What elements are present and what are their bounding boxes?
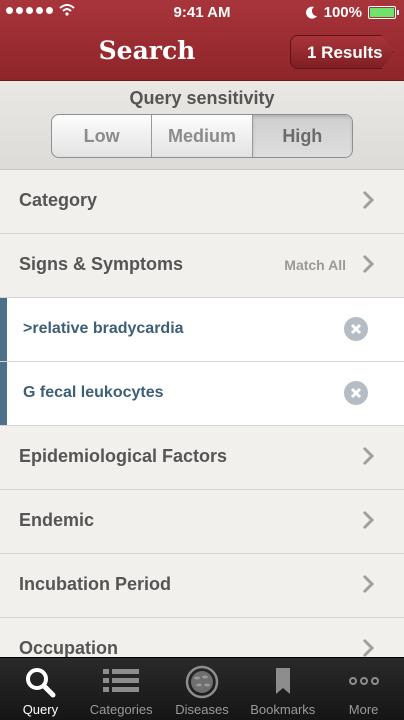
search-icon (26, 668, 56, 698)
row-label: Incubation Period (19, 574, 172, 594)
row-label: Endemic (19, 510, 95, 530)
chevron-right-icon (362, 190, 374, 210)
segment-low[interactable]: Low (52, 115, 153, 157)
results-button[interactable]: 1 Results (290, 35, 394, 69)
list-icon (103, 669, 140, 692)
row-incubation-period[interactable]: Incubation Period (0, 554, 404, 618)
battery-icon (368, 6, 399, 19)
chevron-right-icon (362, 574, 374, 594)
criteria-list: Category Signs & Symptoms Match All >rel… (0, 170, 404, 682)
match-all-label: Match All (284, 257, 346, 273)
page-title: Search (98, 36, 196, 65)
row-endemic[interactable]: Endemic (0, 490, 404, 554)
symptom-label: G fecal leukocytes (23, 384, 164, 401)
tab-bookmarks[interactable]: Bookmarks (242, 658, 323, 720)
symptom-label: >relative bradycardia (23, 320, 184, 337)
row-epidemiological-factors[interactable]: Epidemiological Factors (0, 426, 404, 490)
tab-label: Query (22, 702, 59, 717)
segment-medium[interactable]: Medium (152, 115, 253, 157)
row-label: Signs & Symptoms (19, 254, 184, 274)
selected-symptom-item[interactable]: G fecal leukocytes (0, 362, 404, 426)
tab-bar: Query Categories Diseases Bookmarks More (0, 657, 404, 720)
segment-high[interactable]: High (252, 115, 352, 157)
chevron-right-icon (362, 638, 374, 658)
bookmark-icon (275, 668, 290, 694)
battery-percent: 100% (323, 4, 362, 21)
query-sensitivity-panel: Query sensitivity Low Medium High (0, 81, 404, 170)
remove-icon[interactable] (344, 317, 368, 341)
row-label: Epidemiological Factors (19, 446, 228, 466)
moon-icon (305, 6, 317, 19)
remove-icon[interactable] (344, 381, 368, 405)
row-signs-symptoms[interactable]: Signs & Symptoms Match All (0, 234, 404, 298)
selection-accent-bar (0, 298, 7, 361)
tab-label: Categories (89, 702, 153, 717)
tab-label: Diseases (175, 702, 229, 717)
tab-categories[interactable]: Categories (81, 658, 162, 720)
tab-query[interactable]: Query (0, 658, 81, 720)
petri-dish-icon (185, 665, 219, 699)
chevron-right-icon (362, 254, 374, 274)
tab-label: More (348, 702, 379, 717)
row-category[interactable]: Category (0, 170, 404, 234)
selected-symptom-item[interactable]: >relative bradycardia (0, 298, 404, 362)
tab-more[interactable]: More (323, 658, 404, 720)
sensitivity-label: Query sensitivity (129, 88, 275, 108)
sensitivity-segmented-control: Low Medium High (51, 114, 353, 158)
row-label: Occupation (19, 638, 119, 658)
more-icon (348, 677, 379, 685)
tab-label: Bookmarks (250, 702, 316, 717)
chevron-right-icon (362, 446, 374, 466)
chevron-right-icon (362, 510, 374, 530)
tab-diseases[interactable]: Diseases (162, 658, 243, 720)
row-label: Category (19, 190, 98, 210)
selection-accent-bar (0, 362, 7, 425)
status-bar: 9:41 AM 100% (0, 0, 404, 26)
